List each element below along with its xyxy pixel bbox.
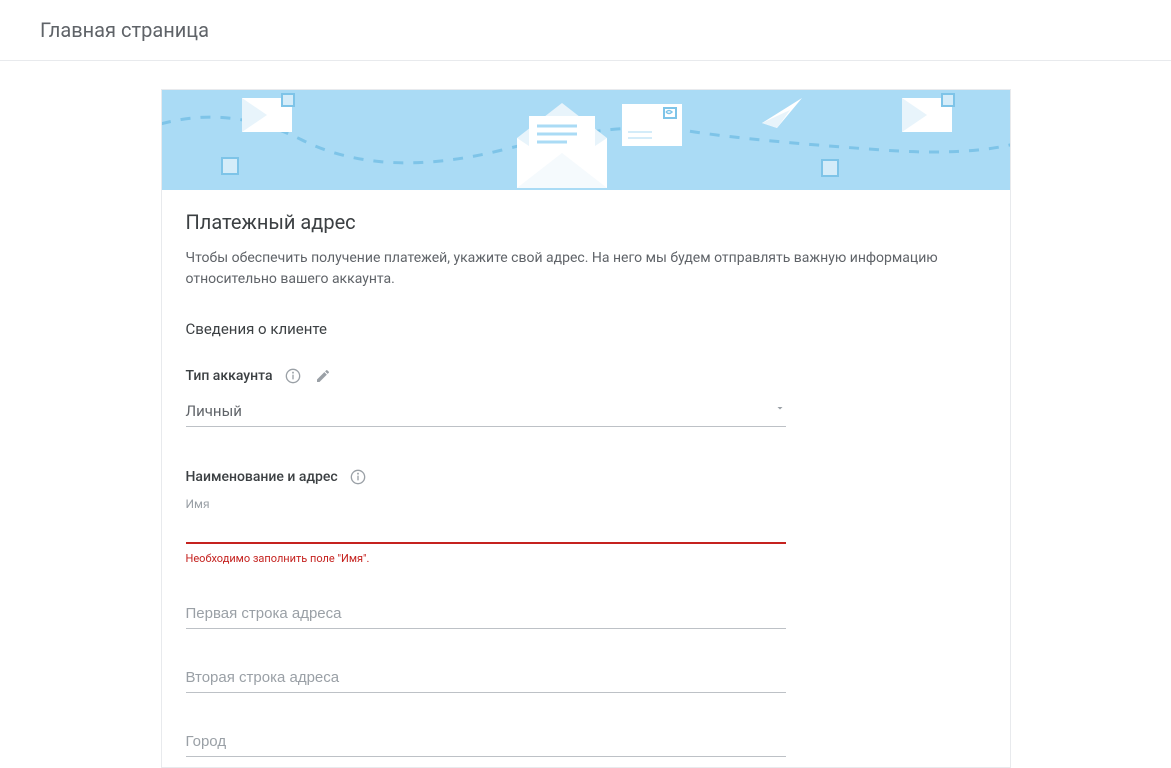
address1-input[interactable] [186, 595, 786, 629]
address2-field [186, 659, 786, 693]
name-input[interactable] [186, 513, 786, 544]
info-icon[interactable] [283, 366, 303, 386]
city-field [186, 723, 786, 757]
account-type-label: Тип аккаунта [186, 368, 273, 384]
name-error: Необходимо заполнить поле "Имя". [186, 552, 786, 565]
card-title: Платежный адрес [186, 210, 986, 234]
card-body: Платежный адрес Чтобы обеспечить получен… [162, 190, 1010, 767]
mail-illustration [162, 90, 1010, 190]
name-label: Имя [186, 497, 786, 511]
account-type-select[interactable]: Личный [186, 396, 786, 427]
name-address-label: Наименование и адрес [186, 469, 338, 485]
edit-icon[interactable] [313, 366, 333, 386]
city-input[interactable] [186, 723, 786, 757]
banner-illustration [162, 90, 1010, 190]
page-header: Главная страница [0, 0, 1171, 61]
address2-input[interactable] [186, 659, 786, 693]
name-field: Имя Необходимо заполнить поле "Имя". [186, 497, 786, 565]
info-icon[interactable] [348, 467, 368, 487]
address1-field [186, 595, 786, 629]
name-address-row: Наименование и адрес [186, 467, 986, 487]
client-info-heading: Сведения о клиенте [186, 320, 986, 338]
account-type-row: Тип аккаунта [186, 366, 986, 386]
account-type-value: Личный [186, 396, 786, 427]
billing-address-card: Платежный адрес Чтобы обеспечить получен… [161, 89, 1011, 768]
card-description: Чтобы обеспечить получение платежей, ука… [186, 248, 986, 290]
page-title: Главная страница [40, 18, 1131, 42]
